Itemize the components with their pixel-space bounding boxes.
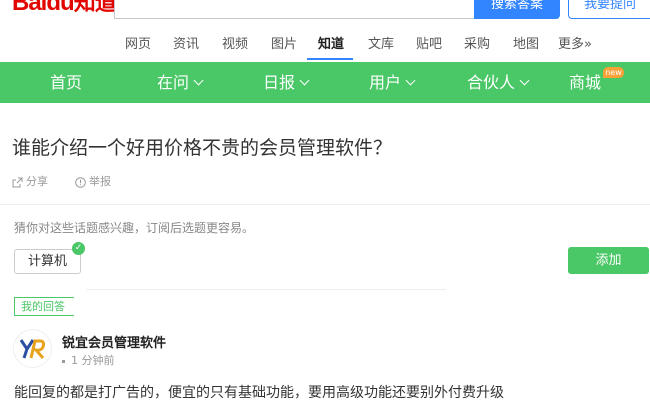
search-input[interactable]	[114, 0, 475, 19]
nav-mall[interactable]: 商城	[569, 62, 601, 103]
avatar[interactable]	[14, 330, 51, 367]
channel-wenku[interactable]: 文库	[368, 35, 394, 55]
chevron-down-icon	[299, 75, 310, 86]
nav-home[interactable]: 首页	[50, 62, 82, 103]
chevron-down-icon	[519, 75, 530, 86]
divider	[86, 289, 446, 290]
ruiyi-logo-icon	[19, 339, 46, 359]
nav-partner[interactable]: 合伙人	[467, 62, 530, 103]
add-topic-button[interactable]: 添加	[568, 247, 649, 274]
topic-tag-computer[interactable]: 计算机	[14, 249, 81, 274]
nav-asking[interactable]: 在问	[157, 62, 204, 103]
warning-icon	[75, 176, 86, 188]
channel-zhidao[interactable]: 知道	[318, 35, 344, 55]
divider	[0, 204, 650, 205]
share-button[interactable]: 分享	[12, 174, 48, 190]
channel-image[interactable]: 图片	[271, 35, 297, 55]
chevron-down-icon	[405, 75, 416, 86]
search-header: Baidu知道 搜索答案 我要提问	[0, 0, 650, 30]
channel-web[interactable]: 网页	[125, 35, 151, 55]
baidu-zhidao-logo[interactable]: Baidu知道	[12, 0, 117, 16]
report-button[interactable]: 举报	[75, 174, 111, 190]
answer-time: 1 分钟前	[62, 352, 115, 368]
check-icon: ✓	[72, 242, 85, 255]
channel-more[interactable]: 更多»	[558, 35, 592, 55]
answer-username[interactable]: 锐宜会员管理软件	[62, 332, 166, 351]
main-nav: 首页 在问 日报 用户 合伙人 商城	[0, 62, 650, 103]
channel-news[interactable]: 资讯	[173, 35, 199, 55]
channel-video[interactable]: 视频	[222, 35, 248, 55]
question-title: 谁能介绍一个好用价格不贵的会员管理软件？	[12, 137, 393, 159]
nav-daily[interactable]: 日报	[263, 62, 310, 103]
search-answer-button[interactable]: 搜索答案	[474, 0, 560, 19]
active-channel-underline	[307, 58, 353, 60]
channel-map[interactable]: 地图	[513, 35, 539, 55]
answer-text: 能回复的都是打广告的，便宜的只有基础功能，要用高级功能还要别外付费升级	[14, 385, 504, 401]
channel-caigou[interactable]: 采购	[464, 35, 490, 55]
my-answer-label: 我的回答	[14, 297, 74, 316]
time-dot	[62, 359, 65, 363]
new-badge: new	[603, 67, 624, 78]
nav-users[interactable]: 用户	[369, 62, 416, 103]
channel-nav: 网页 资讯 视频 图片 知道 文库 贴吧 采购 地图 更多»	[0, 30, 650, 61]
chevron-down-icon	[193, 75, 204, 86]
topic-hint: 猜你对这些话题感兴趣，订阅后选题更容易。	[14, 221, 255, 235]
ask-question-button[interactable]: 我要提问	[568, 0, 650, 19]
channel-tieba[interactable]: 贴吧	[416, 35, 442, 55]
share-icon	[12, 177, 23, 187]
